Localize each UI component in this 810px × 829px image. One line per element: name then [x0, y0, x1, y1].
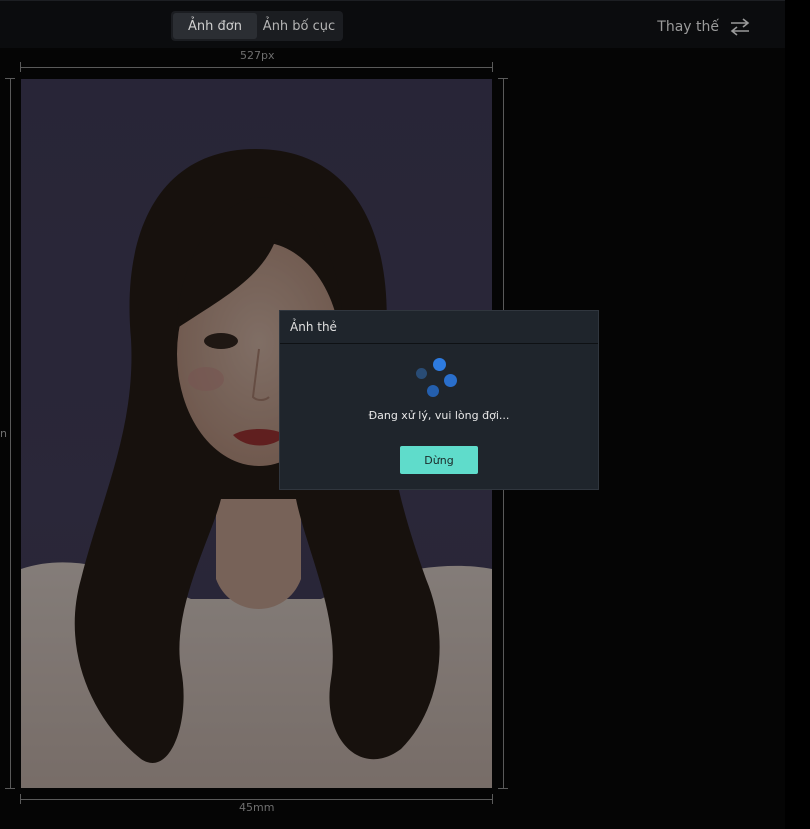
top-toolbar: Ảnh đơn Ảnh bố cục Thay thế	[0, 0, 785, 49]
left-dimension-tick-top	[5, 78, 15, 79]
spinner-dot	[433, 358, 446, 371]
replace-label: Thay thế	[657, 19, 719, 35]
tab-single-photo[interactable]: Ảnh đơn	[173, 13, 257, 39]
loading-spinner-icon	[416, 356, 462, 402]
left-dimension-tick-bottom	[5, 788, 15, 789]
bottom-dimension-line	[21, 799, 492, 800]
bottom-dimension-tick-right	[492, 794, 493, 804]
top-dimension-tick-left	[20, 62, 21, 72]
width-px-label: 527px	[240, 49, 275, 62]
width-mm-label: 45mm	[239, 801, 275, 814]
stop-button[interactable]: Dừng	[400, 446, 478, 474]
spinner-dot	[444, 374, 457, 387]
dialog-title: Ảnh thẻ	[280, 311, 598, 344]
processing-message: Đang xử lý, vui lòng đợi...	[368, 409, 510, 422]
top-dimension-tick-right	[492, 62, 493, 72]
left-dimension-line	[10, 79, 11, 788]
swap-arrows-icon	[730, 18, 750, 36]
bottom-dimension-tick-left	[20, 794, 21, 804]
processing-dialog: Ảnh thẻ Đang xử lý, vui lòng đợi... Dừng	[279, 310, 599, 490]
spinner-dot	[427, 385, 439, 397]
right-edge	[785, 0, 810, 829]
replace-button[interactable]: Thay thế	[657, 18, 751, 36]
view-mode-switcher: Ảnh đơn Ảnh bố cục	[171, 11, 343, 41]
top-dimension-line	[21, 67, 492, 68]
right-dimension-tick-top	[498, 78, 508, 79]
right-dimension-tick-bottom	[498, 788, 508, 789]
spinner-dot	[416, 368, 427, 379]
height-label-partial: n	[0, 427, 7, 440]
tab-layout-photo[interactable]: Ảnh bố cục	[257, 13, 341, 39]
